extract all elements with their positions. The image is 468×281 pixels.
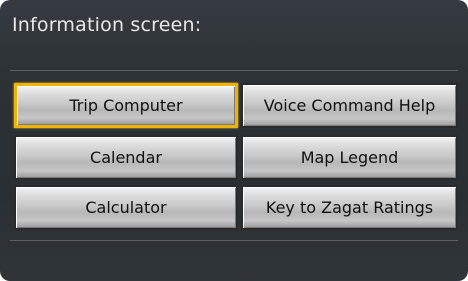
calendar-button[interactable]: Calendar	[14, 135, 238, 180]
calculator-button[interactable]: Calculator	[14, 185, 238, 230]
screen-title: Information screen:	[12, 14, 202, 36]
divider-bottom	[10, 240, 458, 241]
information-screen: Information screen: Trip Computer Voice …	[0, 0, 468, 281]
voice-command-help-button[interactable]: Voice Command Help	[241, 83, 458, 128]
trip-computer-button[interactable]: Trip Computer	[14, 83, 238, 128]
divider-top	[10, 70, 458, 71]
map-legend-button[interactable]: Map Legend	[241, 135, 458, 180]
zagat-ratings-key-button[interactable]: Key to Zagat Ratings	[241, 185, 458, 230]
